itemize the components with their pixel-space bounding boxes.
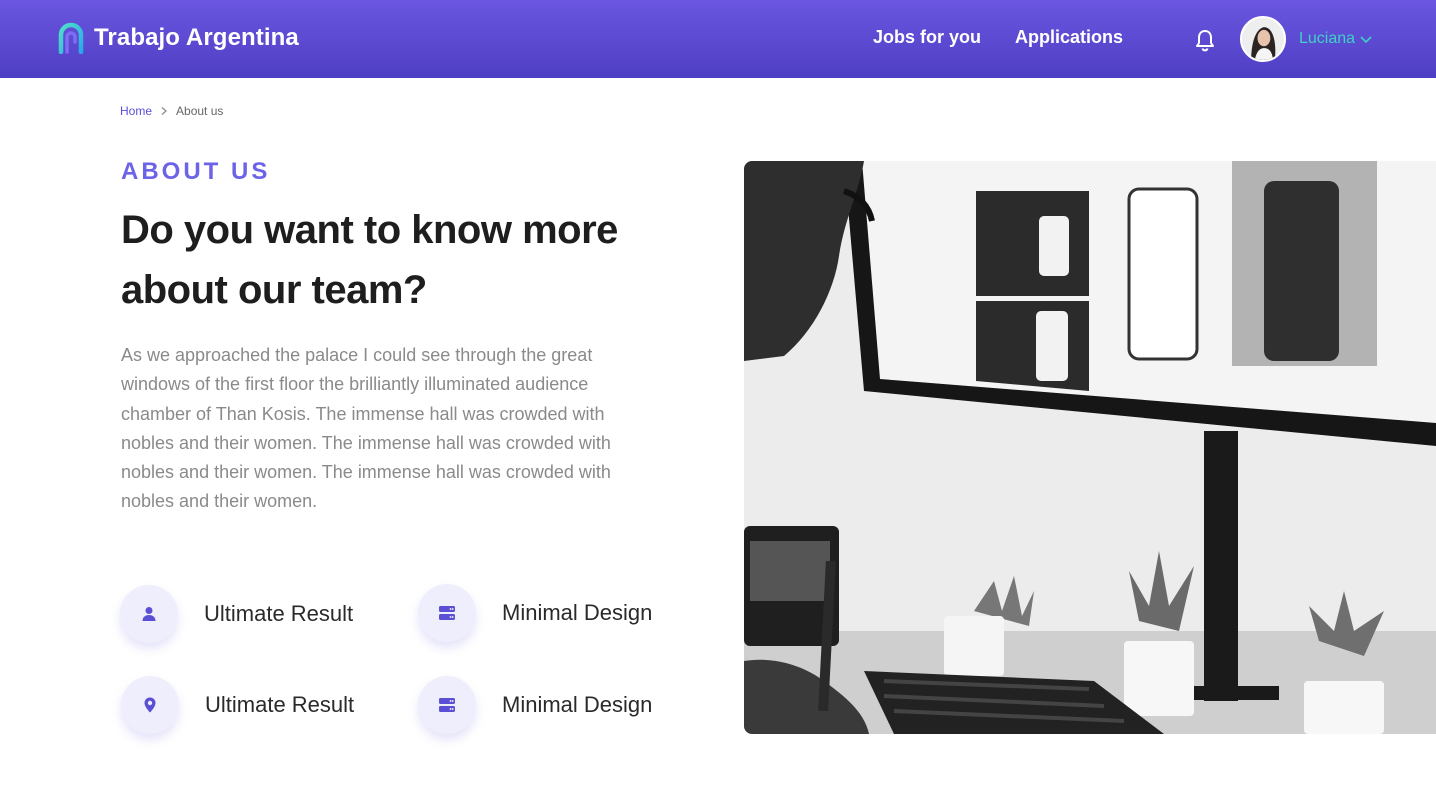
breadcrumb-home-link[interactable]: Home <box>120 104 152 118</box>
page-title: Do you want to know more about our team? <box>121 208 618 312</box>
chevron-right-icon <box>161 107 167 115</box>
about-description: As we approached the palace I could see … <box>121 345 611 512</box>
brand[interactable]: Trabajo Argentina <box>58 22 299 54</box>
avatar-portrait-icon <box>1242 18 1284 60</box>
server-icon <box>439 698 455 712</box>
server-icon <box>439 606 455 620</box>
feature-icon-badge <box>418 584 476 642</box>
user-menu[interactable]: Luciana <box>1299 30 1373 48</box>
feature-icon-badge <box>418 676 476 734</box>
brand-name: Trabajo Argentina <box>94 24 299 51</box>
chevron-down-icon <box>1360 36 1372 44</box>
feature-label: Minimal Design <box>502 600 653 625</box>
user-avatar[interactable] <box>1240 16 1286 62</box>
feature-label: Ultimate Result <box>204 601 354 626</box>
feature-label: Minimal Design <box>502 692 653 717</box>
notification-bell-icon[interactable] <box>1194 28 1216 52</box>
feature-item: Minimal Design <box>418 584 652 642</box>
feature-label: Ultimate Result <box>205 692 355 717</box>
person-icon <box>142 607 156 621</box>
nav-jobs-for-you[interactable]: Jobs for you <box>873 27 981 48</box>
designer-at-monitor-photo <box>744 161 1436 734</box>
feature-icon-badge <box>121 676 179 734</box>
breadcrumb-current: About us <box>176 104 224 118</box>
location-pin-icon <box>144 697 156 713</box>
feature-icon-badge <box>120 585 178 643</box>
section-eyebrow: ABOUT US <box>121 158 271 185</box>
feature-item: Minimal Design <box>418 676 652 734</box>
top-navigation-bar: Trabajo Argentina Jobs for you Applicati… <box>0 0 1436 78</box>
breadcrumb: Home About us <box>120 104 223 118</box>
nav-applications[interactable]: Applications <box>1015 27 1123 48</box>
brand-logo-icon <box>58 22 84 54</box>
feature-item: Ultimate Result <box>121 676 354 734</box>
feature-item: Ultimate Result <box>120 585 353 643</box>
team-photo <box>744 161 1436 734</box>
user-name: Luciana <box>1299 30 1356 47</box>
